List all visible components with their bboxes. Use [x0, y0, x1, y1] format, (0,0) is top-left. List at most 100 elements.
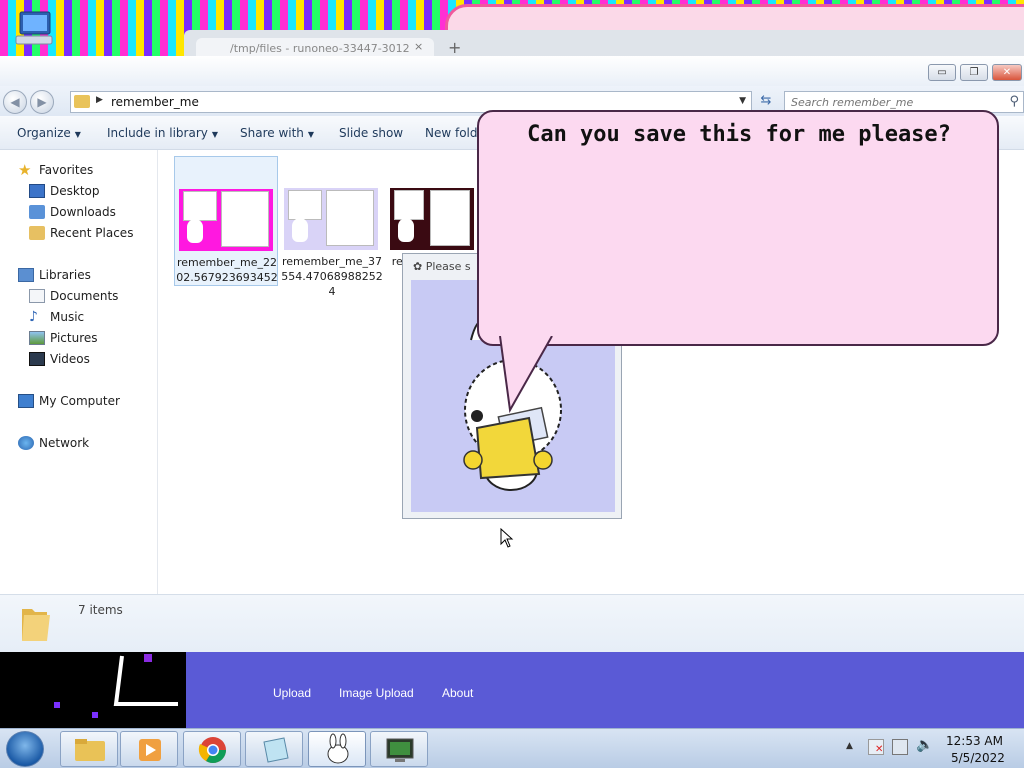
tab-close-icon[interactable]: × [414, 40, 423, 53]
network-tray-icon[interactable] [892, 739, 908, 755]
taskbar-bunny-app[interactable] [308, 731, 366, 767]
web-nav-strip: Upload Image Upload About [0, 652, 1024, 728]
nav-recent-places-label: Recent Places [50, 226, 134, 240]
include-in-library-label: Include in library [107, 126, 208, 140]
organize-button[interactable]: Organize ▼ [17, 126, 81, 140]
nav-recent-places[interactable]: Recent Places [29, 223, 133, 243]
mouse-cursor-icon [500, 528, 514, 548]
search-icon[interactable]: ⚲ [1009, 94, 1019, 109]
volume-icon[interactable]: 🔈 [916, 737, 933, 753]
music-icon: ♪ [29, 309, 38, 325]
bunny-icon [327, 733, 349, 764]
notepad-icon [263, 737, 289, 763]
folder-icon [75, 739, 105, 761]
nav-downloads-label: Downloads [50, 205, 116, 219]
browser-tab[interactable]: /tmp/files - runoneo-33447-3012 [196, 38, 434, 56]
downloads-icon [29, 205, 45, 219]
taskbar-notepad[interactable] [245, 731, 303, 767]
nav-libraries[interactable]: Libraries [18, 265, 91, 285]
bunny-icon [292, 218, 308, 242]
folder-icon [74, 95, 90, 108]
action-center-icon[interactable]: ✕ [868, 739, 884, 755]
details-pane: 7 items [0, 594, 1024, 652]
new-tab-icon[interactable]: + [448, 38, 461, 57]
nav-documents[interactable]: Documents [29, 286, 118, 306]
breadcrumb[interactable]: remember_me [111, 95, 199, 109]
file-item[interactable]: remember_me_37554.470689882524 [280, 156, 384, 298]
refresh-icon[interactable]: ⇆ [756, 93, 776, 111]
network-icon [18, 436, 34, 450]
nav-pictures-label: Pictures [50, 331, 98, 345]
forward-button[interactable]: ▶ [30, 90, 54, 114]
chevron-down-icon[interactable]: ▼ [739, 96, 746, 106]
about-link[interactable]: About [442, 686, 473, 700]
libraries-icon [18, 268, 34, 282]
file-thumbnail [284, 188, 378, 250]
nav-my-computer-label: My Computer [39, 394, 120, 408]
monitor-icon [386, 738, 414, 762]
clock-date[interactable]: 5/5/2022 [951, 751, 1005, 765]
include-in-library-button[interactable]: Include in library ▼ [107, 126, 218, 140]
file-name: remember_me_37554.470689882524 [281, 255, 383, 298]
desktop-icon [29, 184, 45, 198]
speech-bubble-tail [499, 336, 553, 414]
media-player-icon [139, 739, 161, 761]
taskbar-chrome[interactable] [183, 731, 241, 767]
dialog-title: ✿ Please s [413, 260, 471, 273]
nav-music[interactable]: ♪ Music [29, 307, 84, 327]
nav-downloads[interactable]: Downloads [29, 202, 116, 222]
bunny-icon [187, 219, 203, 243]
file-thumbnail [179, 189, 273, 251]
nav-music-label: Music [50, 310, 85, 324]
share-with-button[interactable]: Share with ▼ [240, 126, 314, 140]
chevron-down-icon: ▼ [307, 130, 315, 139]
computer-icon [18, 394, 34, 408]
nav-videos[interactable]: Videos [29, 349, 90, 369]
minimize-button[interactable]: ▭ [928, 64, 956, 81]
videos-icon [29, 352, 45, 366]
loading-icon: ✿ [413, 260, 426, 273]
nav-videos-label: Videos [50, 352, 90, 366]
chevron-down-icon: ▼ [74, 130, 81, 139]
taskbar-media-player[interactable] [120, 731, 178, 767]
start-button[interactable] [6, 731, 44, 767]
speech-bubble: Can you save this for me please? [477, 110, 999, 346]
bunny-icon [398, 218, 414, 242]
nav-desktop[interactable]: Desktop [29, 181, 100, 201]
nav-favorites[interactable]: ★ Favorites [18, 160, 93, 180]
nav-favorites-label: Favorites [39, 163, 94, 177]
nav-desktop-label: Desktop [50, 184, 100, 198]
taskbar: ▲ ✕ 🔈 12:53 AM 5/5/2022 [0, 728, 1024, 768]
nav-my-computer[interactable]: My Computer [18, 391, 120, 411]
nav-pictures[interactable]: Pictures [29, 328, 98, 348]
search-input[interactable] [791, 93, 991, 111]
file-thumbnail [390, 188, 474, 250]
computer-desktop-icon[interactable] [12, 8, 58, 48]
dialog-title-text: Please s [425, 260, 471, 273]
documents-icon [29, 289, 45, 303]
glitch-art-panel [0, 652, 186, 728]
taskbar-terminal[interactable] [370, 731, 428, 767]
slide-show-button[interactable]: Slide show [339, 126, 403, 140]
window-titlebar: ▭ ❐ ✕ [0, 56, 1024, 86]
file-item[interactable]: remember_me_2202.567923693452 [174, 156, 278, 286]
chevron-right-icon[interactable]: ▶ [96, 95, 103, 105]
close-button[interactable]: ✕ [992, 64, 1022, 81]
image-upload-link[interactable]: Image Upload [339, 686, 414, 700]
recent-places-icon [29, 226, 45, 240]
clock-time[interactable]: 12:53 AM [946, 734, 1003, 748]
organize-label: Organize [17, 126, 71, 140]
nav-network[interactable]: Network [18, 433, 89, 453]
taskbar-explorer[interactable] [60, 731, 118, 767]
chevron-down-icon: ▼ [211, 130, 219, 139]
maximize-button[interactable]: ❐ [960, 64, 988, 81]
show-hidden-icons[interactable]: ▲ [846, 741, 853, 751]
nav-network-label: Network [39, 436, 90, 450]
file-name: remember_me_2202.567923693452 [176, 256, 278, 284]
back-button[interactable]: ◀ [3, 90, 27, 114]
navigation-pane: ★ Favorites Desktop Downloads Recent Pla… [0, 150, 158, 594]
nav-documents-label: Documents [50, 289, 119, 303]
star-icon: ★ [18, 161, 32, 179]
upload-link[interactable]: Upload [273, 686, 311, 700]
nav-libraries-label: Libraries [39, 268, 91, 282]
